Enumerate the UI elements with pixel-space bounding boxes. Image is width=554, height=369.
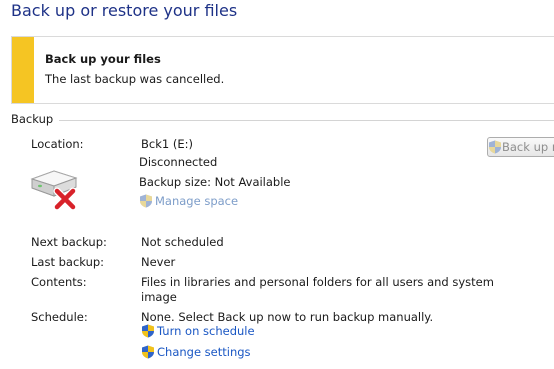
page-title: Back up or restore your files bbox=[11, 1, 238, 20]
uac-shield-icon bbox=[142, 324, 154, 338]
uac-shield-icon bbox=[140, 194, 152, 208]
manage-space-link[interactable]: Manage space bbox=[139, 194, 238, 208]
drive-status: Disconnected bbox=[139, 155, 218, 169]
back-up-now-button[interactable]: Back up now bbox=[487, 137, 554, 157]
change-settings-link[interactable]: Change settings bbox=[141, 345, 251, 359]
last-backup-label: Last backup: bbox=[31, 255, 105, 269]
change-settings-label: Change settings bbox=[157, 345, 251, 359]
schedule-value: None. Select Back up now to run backup m… bbox=[141, 310, 434, 324]
uac-shield-icon bbox=[142, 345, 154, 359]
location-label: Location: bbox=[31, 137, 84, 151]
disconnected-drive-icon bbox=[30, 170, 78, 210]
location-value: Bck1 (E:) bbox=[141, 137, 193, 151]
turn-on-schedule-link[interactable]: Turn on schedule bbox=[141, 324, 255, 338]
uac-shield-icon bbox=[489, 140, 501, 154]
turn-on-schedule-label: Turn on schedule bbox=[157, 324, 255, 338]
back-up-now-label: Back up now bbox=[502, 140, 554, 154]
last-backup-value: Never bbox=[141, 255, 176, 269]
schedule-label: Schedule: bbox=[31, 310, 88, 324]
notice-accent-bar bbox=[12, 37, 34, 103]
backup-section-label: Backup bbox=[11, 112, 60, 126]
section-divider bbox=[11, 120, 554, 121]
notice-message: The last backup was cancelled. bbox=[45, 72, 225, 86]
contents-label: Contents: bbox=[31, 275, 87, 289]
contents-value-line2: image bbox=[141, 290, 177, 304]
backup-section-header: Backup bbox=[11, 112, 554, 128]
notice-title: Back up your files bbox=[45, 52, 161, 66]
next-backup-label: Next backup: bbox=[31, 235, 107, 249]
next-backup-value: Not scheduled bbox=[141, 235, 224, 249]
backup-notice: Back up your files The last backup was c… bbox=[11, 36, 554, 104]
contents-value-line1: Files in libraries and personal folders … bbox=[141, 275, 494, 289]
backup-size: Backup size: Not Available bbox=[139, 175, 291, 189]
manage-space-label: Manage space bbox=[155, 194, 239, 208]
